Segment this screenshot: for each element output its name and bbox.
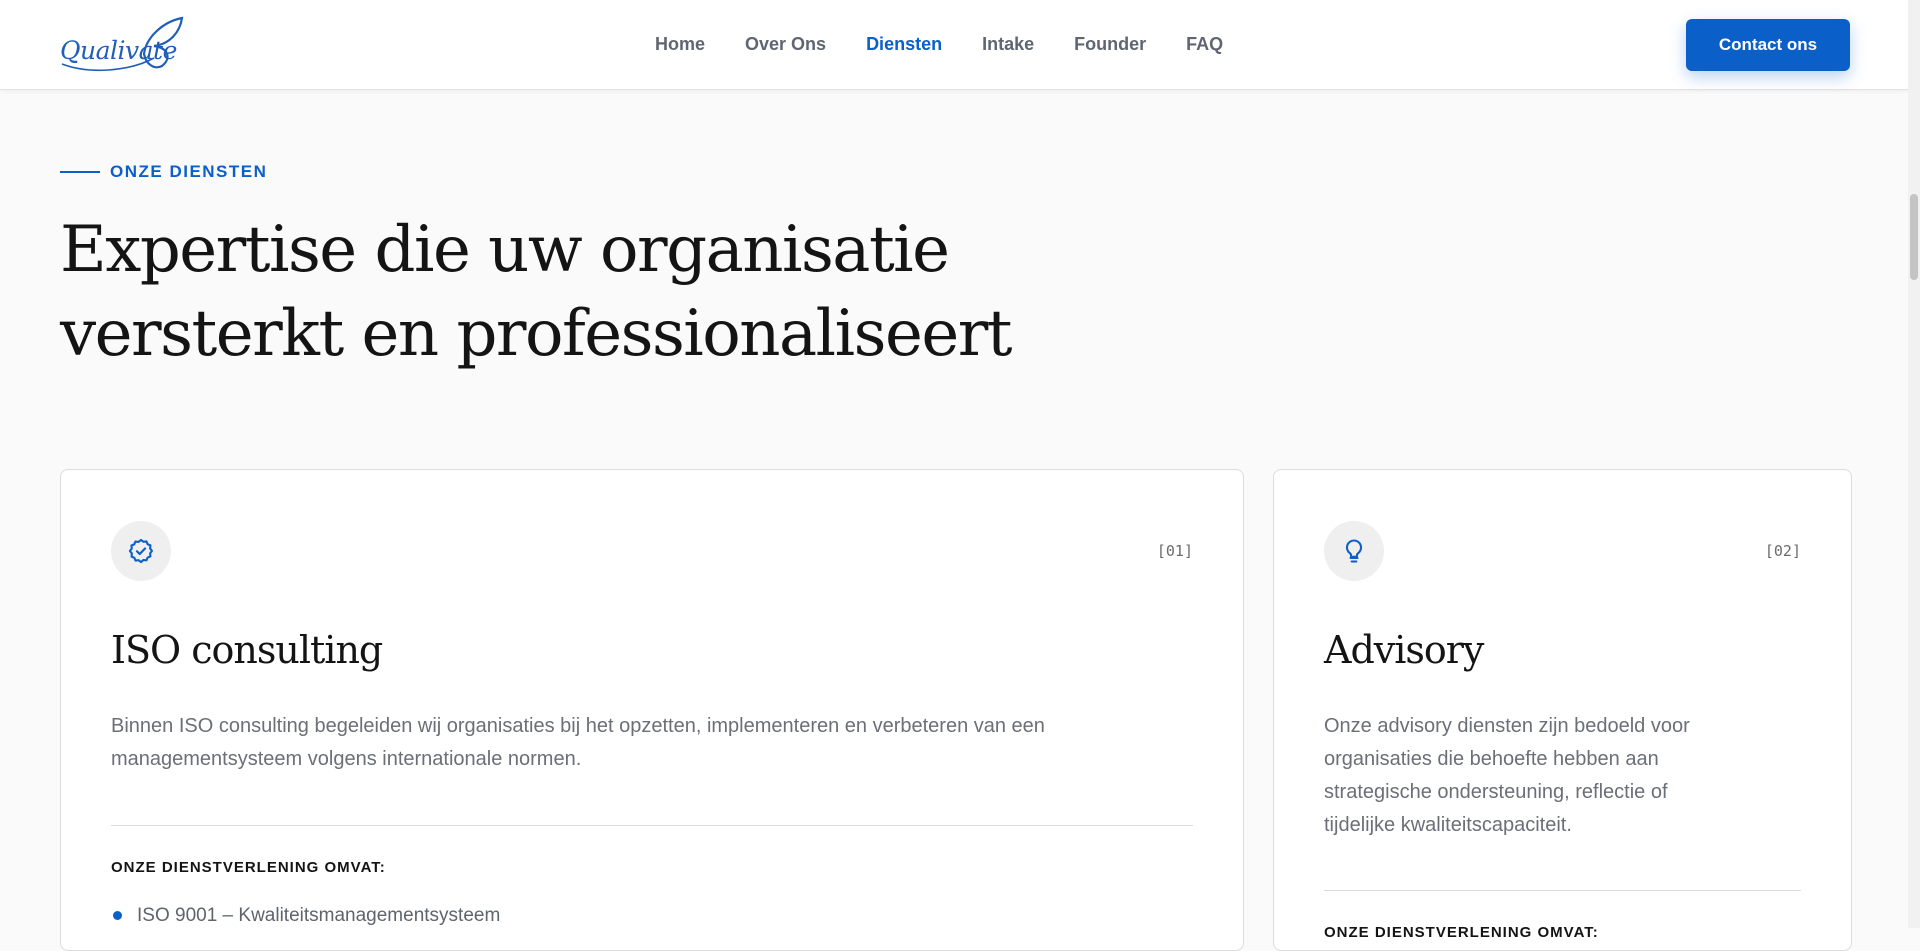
nav-intake[interactable]: Intake	[982, 34, 1034, 55]
scrollbar-thumb[interactable]	[1910, 194, 1918, 280]
card-title: Advisory	[1324, 628, 1484, 672]
card-title: ISO consulting	[111, 628, 383, 672]
logo[interactable]: Qualivate	[58, 14, 188, 76]
bullet-dot	[113, 911, 122, 920]
eyebrow-text: ONZE DIENSTEN	[110, 162, 268, 181]
badge-check-icon	[128, 538, 154, 564]
scrollbar-track[interactable]	[1908, 0, 1920, 928]
headline-line-2: versterkt en professionaliseert	[60, 297, 1013, 371]
list-item: ISO 9001 – Kwaliteitsmanagementsysteem	[111, 902, 500, 930]
list-item-label: ISO 9001 – Kwaliteitsmanagementsysteem	[137, 905, 501, 926]
contact-button[interactable]: Contact ons	[1686, 19, 1850, 71]
lightbulb-icon	[1345, 539, 1363, 563]
logo-text: Qualivate	[60, 36, 177, 65]
service-list: ISO 9001 – Kwaliteitsmanagementsysteem	[111, 902, 500, 930]
nav-founder[interactable]: Founder	[1074, 34, 1146, 55]
card-divider	[1324, 890, 1801, 891]
card-description: Onze advisory diensten zijn bedoeld voor…	[1324, 715, 1690, 836]
card-number: [01]	[1156, 542, 1193, 560]
card-number: [02]	[1764, 542, 1801, 560]
section-eyebrow: ONZE DIENSTEN	[60, 162, 267, 182]
headline-line-1: Expertise die uw organisatie	[60, 213, 950, 287]
main-nav: Home Over Ons Diensten Intake Founder FA…	[655, 34, 1263, 55]
nav-over-ons[interactable]: Over Ons	[745, 34, 826, 55]
card-divider	[111, 825, 1193, 826]
site-header: Qualivate Home Over Ons Diensten Intake …	[0, 0, 1908, 90]
icon-badge	[111, 521, 171, 581]
eyebrow-line	[60, 171, 100, 173]
nav-faq[interactable]: FAQ	[1186, 34, 1223, 55]
card-subhead: ONZE DIENSTVERLENING OMVAT:	[1324, 924, 1599, 941]
service-card-advisory: [02] Advisory Onze advisory diensten zij…	[1273, 469, 1852, 951]
section-headline: Expertise die uw organisatie versterkt e…	[60, 208, 1040, 376]
card-description: Binnen ISO consulting begeleiden wij org…	[111, 715, 1045, 770]
nav-diensten[interactable]: Diensten	[866, 34, 942, 55]
nav-home[interactable]: Home	[655, 34, 705, 55]
service-card-iso: [01] ISO consulting Binnen ISO consultin…	[60, 469, 1244, 951]
card-subhead: ONZE DIENSTVERLENING OMVAT:	[111, 859, 386, 876]
icon-badge	[1324, 521, 1384, 581]
